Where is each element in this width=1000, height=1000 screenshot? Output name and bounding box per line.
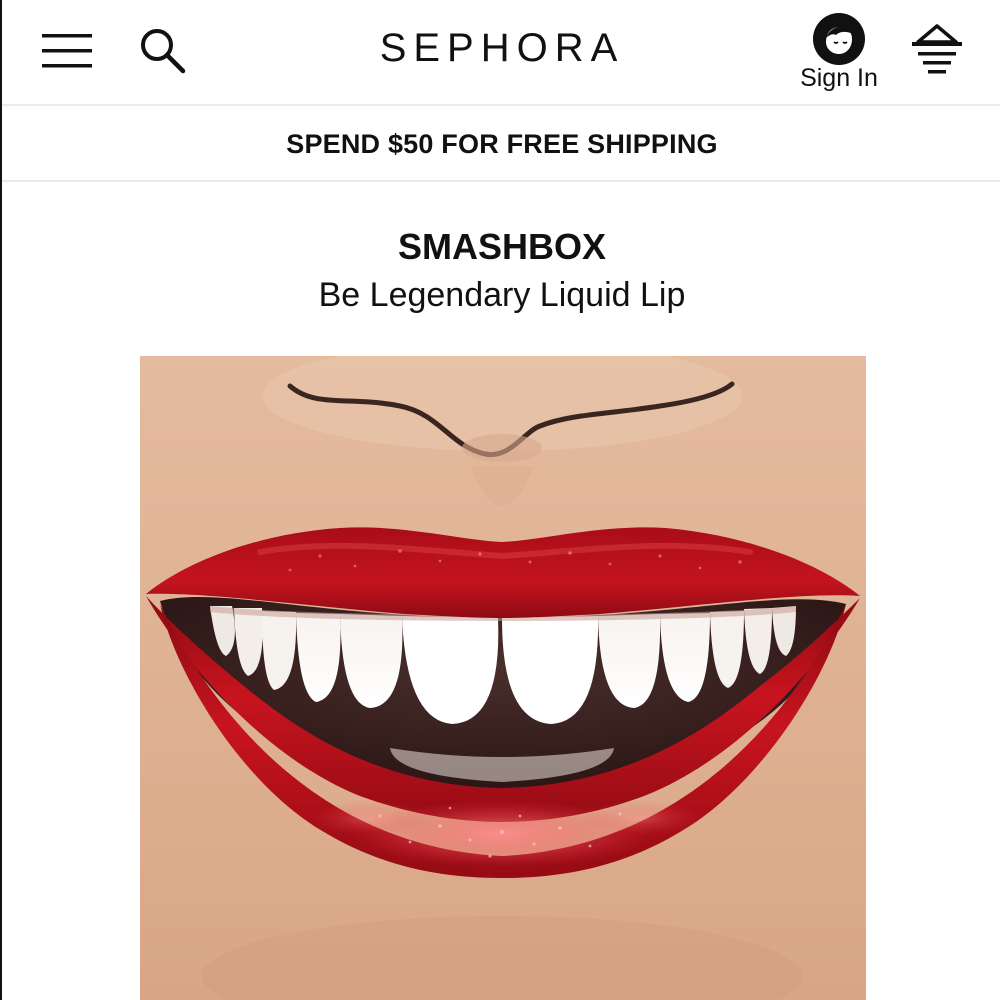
sign-in-label: Sign In [800,64,878,92]
basket-icon [912,24,962,74]
product-brand[interactable]: SMASHBOX [2,226,1000,268]
page: SEPHORA Sign In SPEND $50 FOR FREE SHIPP [0,0,1000,1000]
menu-button[interactable] [40,30,94,72]
top-header: SEPHORA Sign In [2,0,1000,106]
sephora-logo[interactable]: SEPHORA [380,26,625,70]
free-shipping-banner[interactable]: SPEND $50 FOR FREE SHIPPING [2,106,1000,182]
lips-photo [140,356,866,1000]
search-button[interactable] [138,26,188,76]
account-avatar-icon [813,13,865,65]
product-lips-image[interactable] [140,356,866,1000]
product-name: Be Legendary Liquid Lip [318,276,686,314]
sign-in-button[interactable]: Sign In [792,12,886,98]
search-icon [141,29,186,74]
hamburger-menu-icon [42,34,92,68]
basket-button[interactable] [908,22,966,78]
